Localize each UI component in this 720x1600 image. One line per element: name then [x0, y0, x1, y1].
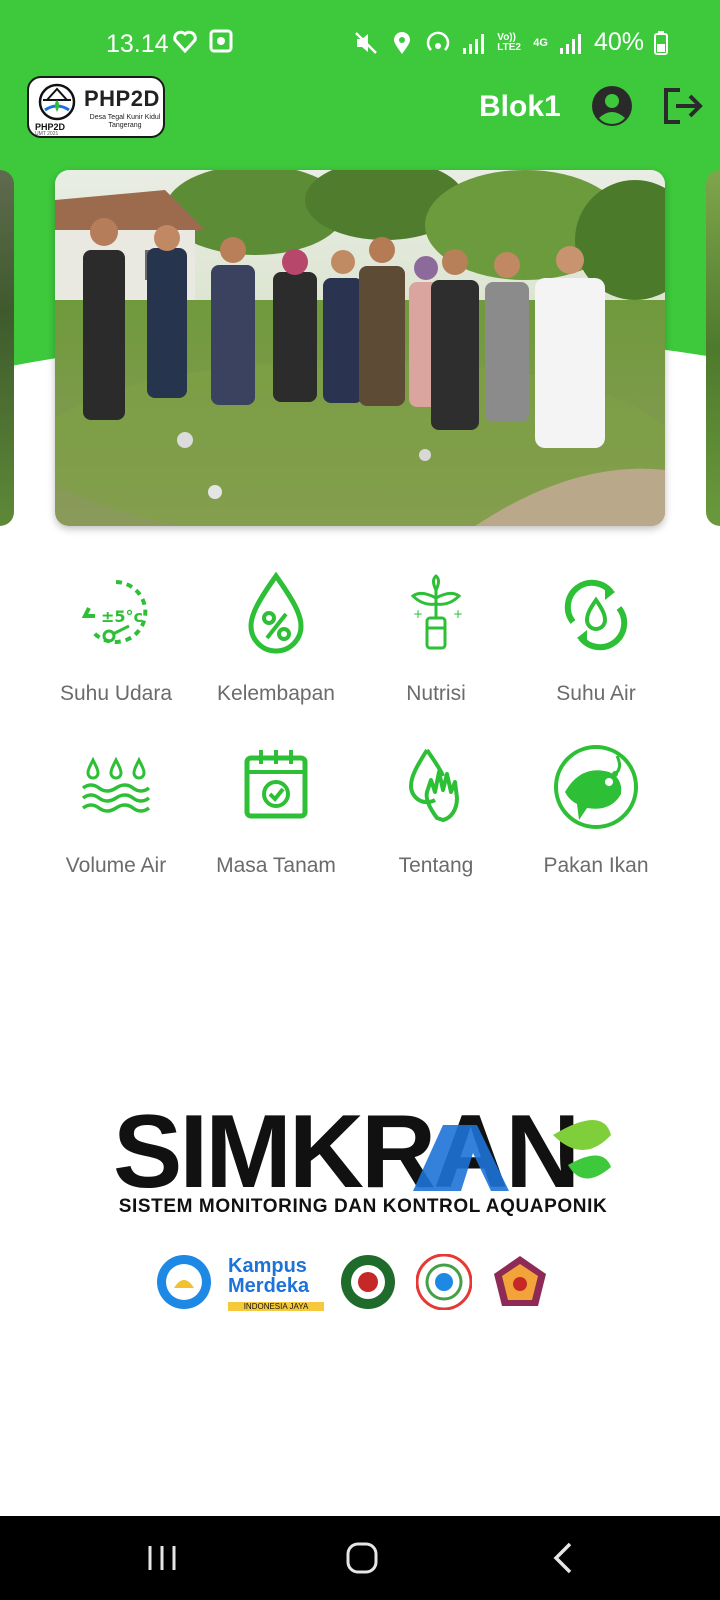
carousel-current-slide[interactable] [55, 170, 665, 526]
svg-text:+: + [453, 607, 463, 621]
signal-2-icon [559, 33, 581, 54]
menu-label-suhu-air: Suhu Air [556, 682, 636, 705]
menu-tentang[interactable]: Tentang [356, 742, 516, 892]
menu-label-nutrisi: Nutrisi [406, 682, 466, 705]
heart-app-icon [173, 30, 197, 54]
status-time: 13.14 [106, 30, 169, 58]
gallery-notification-icon [209, 29, 233, 53]
menu-suhu-udara[interactable]: ±5°c Suhu Udara [36, 570, 196, 720]
menu-label-pakan-ikan: Pakan Ikan [543, 854, 649, 877]
logout-icon[interactable] [660, 84, 704, 128]
carousel-prev-slide[interactable] [0, 170, 14, 526]
thermometer-icon: ±5°c [81, 580, 148, 644]
university-logo-icon [341, 1255, 395, 1309]
signal-1-icon [463, 33, 485, 54]
network-label-2: 4G [533, 36, 548, 49]
humidity-drop-icon [248, 571, 304, 654]
recent-apps-icon[interactable] [132, 1536, 192, 1580]
menu-label-masa-tanam: Masa Tanam [216, 854, 336, 877]
kampus-merdeka-logo: Kampus Merdeka INDONESIA JAYA [228, 1256, 324, 1311]
menu-masa-tanam[interactable]: Masa Tanam [196, 742, 356, 892]
php2d-logo: PHP2D UMT 2021 PHP2D Desa Tegal Kunir Ki… [27, 76, 165, 138]
status-bar: 13.14 Vo)) LTE2 4G 40% [0, 22, 720, 66]
photo-carousel[interactable] [0, 170, 720, 528]
nutrient-plant-icon: + + [410, 574, 463, 650]
back-icon[interactable] [534, 1536, 594, 1580]
menu-nutrisi[interactable]: + + Nutrisi [356, 570, 516, 720]
battery-icon [654, 30, 668, 55]
svg-text:±5°c: ±5°c [101, 607, 143, 626]
account-icon[interactable] [590, 84, 634, 128]
simkran-logo-text: SIMKRAN [113, 1105, 577, 1210]
tut-wuri-handayani-logo-icon [157, 1255, 211, 1309]
hand-drop-icon [408, 748, 459, 822]
logo-title: PHP2D [84, 86, 160, 111]
block-name[interactable]: Blok1 [479, 90, 561, 124]
hotspot-icon [427, 31, 450, 51]
logo-subtitle: Desa Tegal Kunir Kidul Tangerang [89, 114, 161, 129]
svg-text:+: + [413, 607, 423, 621]
carousel-next-slide[interactable] [706, 170, 720, 526]
mute-icon [355, 31, 378, 54]
battery-percent: 40% [593, 28, 644, 56]
menu-label-kelembapan: Kelembapan [217, 682, 335, 705]
himpunan-logo-icon [416, 1254, 472, 1310]
calendar-check-icon [244, 750, 308, 819]
partner-logos: Kampus Merdeka INDONESIA JAYA [150, 1254, 570, 1314]
location-icon [394, 31, 411, 54]
menu-pakan-ikan[interactable]: Pakan Ikan [516, 742, 676, 892]
navigation-bar [0, 1516, 720, 1600]
logo-small-subtext: UMT 2021 [35, 131, 59, 137]
menu-label-suhu-udara: Suhu Udara [59, 682, 173, 705]
menu-label-tentang: Tentang [398, 854, 474, 877]
group-photo [55, 170, 665, 526]
menu-suhu-air[interactable]: Suhu Air [516, 570, 676, 720]
php2d-emblem-icon [38, 83, 76, 121]
network-label-1: Vo)) LTE2 [497, 31, 521, 53]
organization-shield-logo-icon [494, 1256, 546, 1306]
water-waves-icon [81, 756, 151, 813]
app-bar: PHP2D UMT 2021 PHP2D Desa Tegal Kunir Ki… [0, 74, 720, 140]
menu-volume-air[interactable]: Volume Air [36, 742, 196, 892]
menu-kelembapan[interactable]: Kelembapan [196, 570, 356, 720]
fish-icon [554, 745, 638, 829]
water-cycle-icon [564, 579, 628, 651]
home-icon[interactable] [332, 1536, 392, 1580]
menu-label-volume-air: Volume Air [65, 854, 167, 877]
brand-tagline: SISTEM MONITORING DAN KONTROL AQUAPONIK [118, 1196, 608, 1217]
